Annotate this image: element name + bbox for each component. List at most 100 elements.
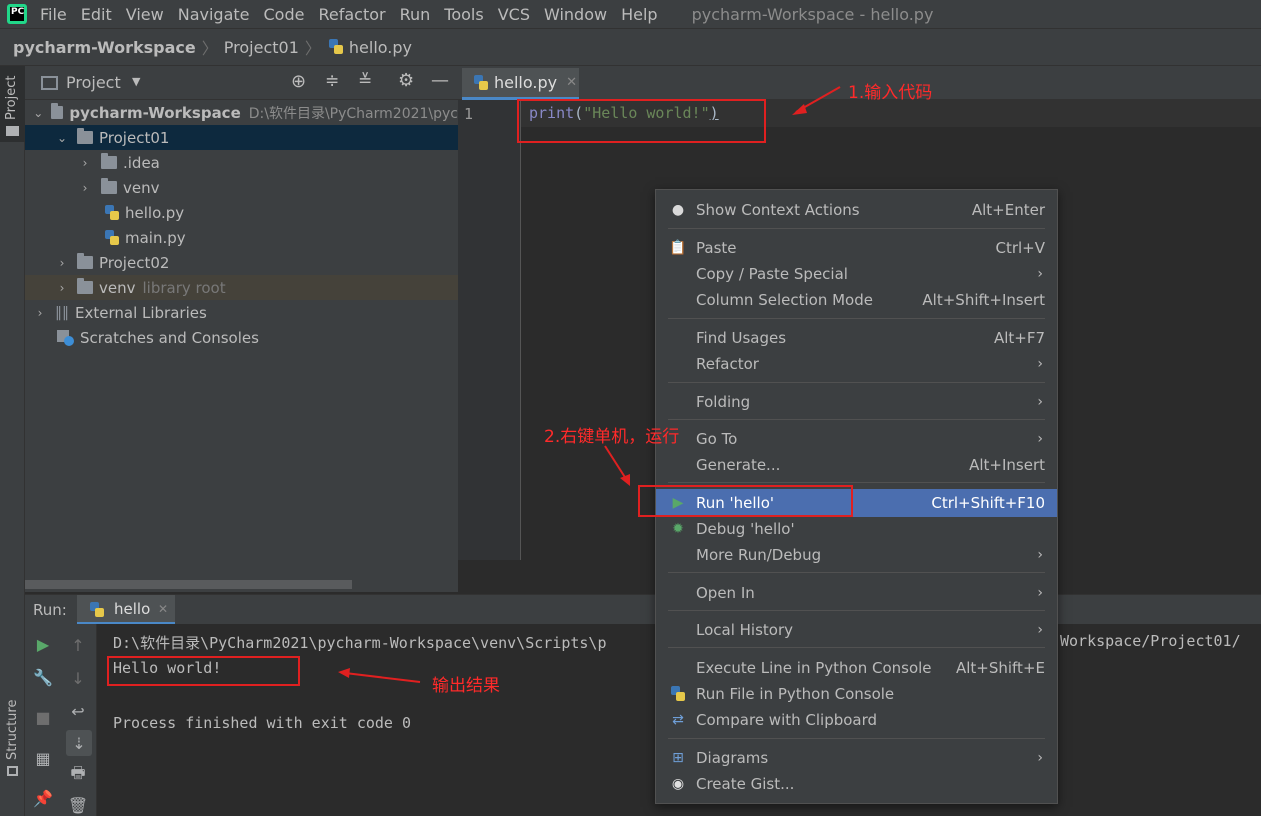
menu-item-label: Refactor [696,355,759,373]
print-icon[interactable]: 🖶 [69,763,87,784]
arrow-up-icon[interactable]: ↑ [69,636,87,655]
menu-item-local-history[interactable]: Local History › [656,617,1057,643]
trash-icon[interactable]: 🗑 [68,796,88,815]
menu-item-column-selection-mode[interactable]: Column Selection Mode Alt+Shift+Insert [656,287,1057,313]
menu-item-shortcut: Ctrl+Shift+F10 [931,494,1045,512]
annotation-output-box [107,656,300,686]
menu-item-run-file-python-console[interactable]: Run File in Python Console [656,681,1057,707]
tree-item-hello-py[interactable]: hello.py [25,200,458,225]
dropdown-arrow-icon[interactable]: ▼ [132,75,140,88]
close-icon[interactable]: ✕ [158,602,168,616]
menu-item-debug-hello[interactable]: ✹ Debug 'hello' [656,516,1057,542]
close-icon[interactable]: ✕ [566,75,577,90]
menu-item-show-context-actions[interactable]: ● Show Context Actions Alt+Enter [656,197,1057,223]
chevron-down-icon[interactable]: ⌄ [33,106,43,120]
menu-file[interactable]: File [40,5,67,24]
breadcrumb-project[interactable]: Project01 [224,38,299,57]
compare-icon: ⇄ [672,712,684,728]
tree-item-external-libraries[interactable]: › ‖‖ External Libraries [25,300,458,325]
menu-item-diagrams[interactable]: ⊞ Diagrams › [656,745,1057,771]
menu-item-go-to[interactable]: Go To › [656,426,1057,452]
minimize-icon[interactable]: — [431,70,449,91]
menu-view[interactable]: View [126,5,164,24]
chevron-right-icon[interactable]: › [55,256,69,270]
tree-item-path-hint: D:\软件目录\PyCharm2021\pyc [248,105,458,122]
breadcrumb-file[interactable]: hello.py [349,38,412,57]
chevron-down-icon[interactable]: ⌄ [55,131,69,145]
chevron-right-icon[interactable]: › [78,181,92,195]
menu-item-more-run-debug[interactable]: More Run/Debug › [656,542,1057,568]
menu-item-find-usages[interactable]: Find Usages Alt+F7 [656,325,1057,351]
chevron-right-icon: › [1037,356,1043,372]
tree-item-scratches[interactable]: Scratches and Consoles [25,325,458,350]
tree-item-venv-project01[interactable]: › venv [25,175,458,200]
menu-edit[interactable]: Edit [81,5,112,24]
tree-item-workspace[interactable]: ⌄ pycharm-Workspace D:\软件目录\PyCharm2021\… [25,100,458,125]
chevron-right-icon[interactable]: › [55,281,69,295]
structure-tool-button[interactable]: Structure [0,690,25,780]
wrench-icon[interactable]: 🔧 [33,668,53,687]
tree-item-idea[interactable]: › .idea [25,150,458,175]
menu-item-label: Local History [696,621,794,639]
menu-item-copy-paste-special[interactable]: Copy / Paste Special › [656,261,1057,287]
layout-icon[interactable]: ▦ [34,749,52,768]
menu-item-paste[interactable]: 📋 Paste Ctrl+V [656,235,1057,261]
menu-navigate[interactable]: Navigate [178,5,250,24]
tab-hello-py[interactable]: hello.py ✕ [462,68,579,100]
folder-icon [77,278,93,294]
rerun-icon[interactable]: ▶ [34,635,52,654]
menu-help[interactable]: Help [621,5,657,24]
console-exit-message: Process finished with exit code 0 [113,714,412,732]
annotation-run-box [638,485,853,517]
tree-item-venv-library-root[interactable]: › venv library root [25,275,458,300]
scroll-to-end-icon[interactable]: ⇣ [66,730,92,756]
project-panel-title[interactable]: Project [66,73,121,92]
menu-item-label: Execute Line in Python Console [696,659,932,677]
annotation-arrow-1 [792,86,841,115]
menu-item-compare-clipboard[interactable]: ⇄ Compare with Clipboard [656,707,1057,733]
tree-item-main-py[interactable]: main.py [25,225,458,250]
menu-vcs[interactable]: VCS [498,5,530,24]
editor-gutter: 1 [458,100,521,560]
menu-item-refactor[interactable]: Refactor › [656,351,1057,377]
menu-tools[interactable]: Tools [444,5,483,24]
menu-run[interactable]: Run [400,5,431,24]
soft-wrap-icon[interactable]: ↩ [69,702,87,721]
annotation-arrow-3 [338,668,421,683]
chevron-right-icon[interactable]: › [78,156,92,170]
project-tool-button[interactable]: Project [0,66,25,142]
menu-separator [668,382,1045,383]
menu-separator [668,610,1045,611]
tree-item-project01[interactable]: ⌄ Project01 [25,125,458,150]
menu-item-generate[interactable]: Generate... Alt+Insert [656,452,1057,478]
expand-all-icon[interactable]: ≑ [325,71,339,91]
menu-item-shortcut: Alt+Shift+Insert [922,291,1045,309]
menu-refactor[interactable]: Refactor [318,5,385,24]
tree-item-label: External Libraries [75,303,207,322]
stop-icon[interactable]: ■ [34,708,52,727]
locate-icon[interactable]: ⊕ [291,71,306,92]
run-tab-hello[interactable]: hello ✕ [77,595,175,625]
gear-icon[interactable]: ⚙ [398,70,414,91]
annotation-output-text: 输出结果 [432,676,500,696]
annotation-code-box [517,99,766,143]
arrow-down-icon[interactable]: ↓ [69,669,87,688]
tree-item-label: .idea [123,153,160,172]
folder-icon [101,153,117,169]
menu-separator [668,572,1045,573]
menu-item-open-in[interactable]: Open In › [656,580,1057,606]
menu-window[interactable]: Window [544,5,607,24]
chevron-right-icon[interactable]: › [33,306,47,320]
pin-icon[interactable]: 📌 [33,789,53,808]
project-horizontal-scrollbar[interactable] [25,580,352,589]
menu-item-create-gist[interactable]: ◉ Create Gist... [656,771,1057,797]
collapse-all-icon[interactable]: ≚ [358,71,372,91]
menu-item-execute-line[interactable]: Execute Line in Python Console Alt+Shift… [656,655,1057,681]
tree-item-hint: library root [142,278,226,297]
menu-item-folding[interactable]: Folding › [656,389,1057,415]
menu-item-label: Diagrams [696,749,769,767]
breadcrumb-workspace[interactable]: pycharm-Workspace [13,38,196,57]
menu-code[interactable]: Code [264,5,305,24]
tree-item-project02[interactable]: › Project02 [25,250,458,275]
python-file-icon [474,74,488,91]
